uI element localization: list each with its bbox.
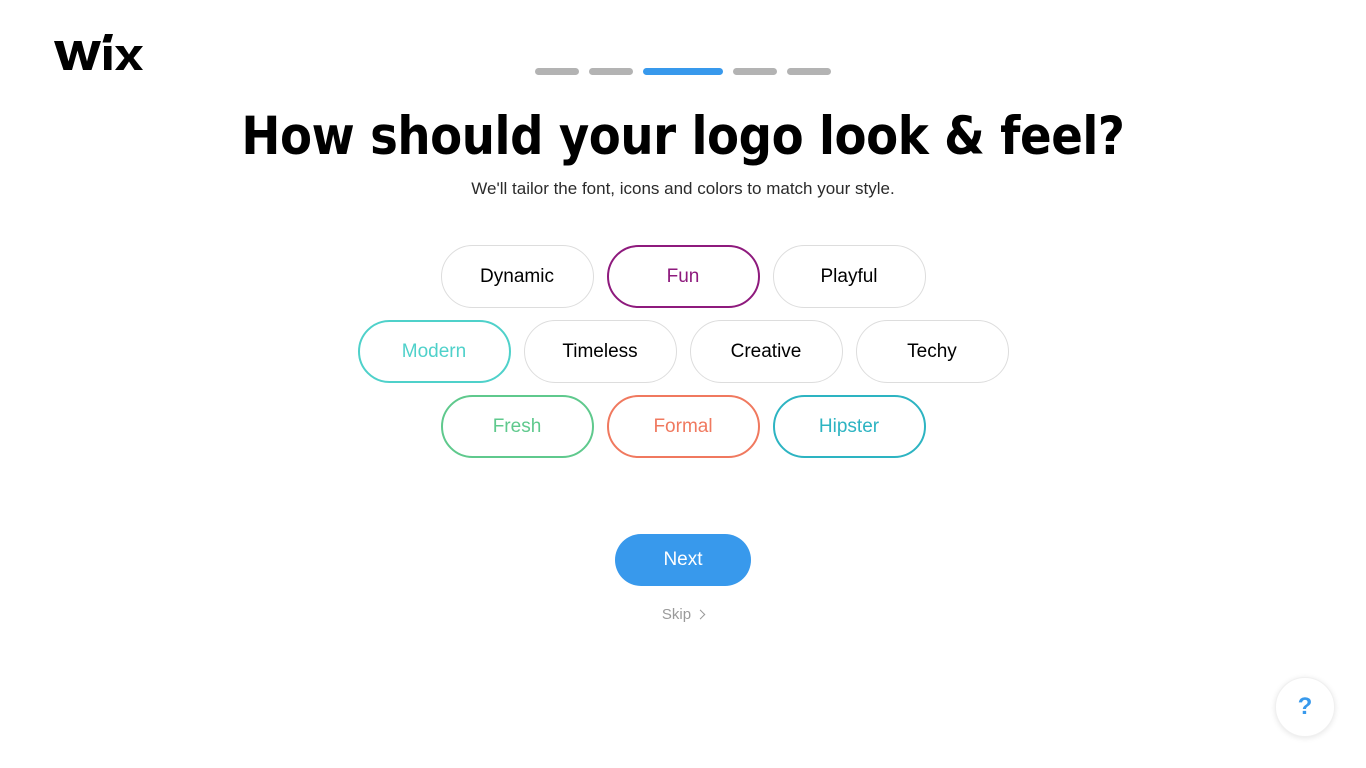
chip-label: Timeless — [562, 340, 638, 362]
chip-fun[interactable]: Fun — [606, 245, 760, 308]
chip-label: Dynamic — [480, 265, 554, 287]
chevron-right-icon — [695, 609, 706, 619]
chip-label: Creative — [730, 340, 802, 362]
next-button[interactable]: Next — [615, 534, 751, 586]
chip-label: Hipster — [818, 415, 880, 437]
chip-label: Fun — [666, 265, 700, 287]
onboarding-page: How should your logo look & feel? We'll … — [0, 0, 1366, 768]
chip-label: Formal — [653, 415, 713, 437]
progress-step-2 — [589, 68, 633, 75]
chip-dynamic[interactable]: Dynamic — [440, 245, 594, 308]
chip-label: Fresh — [492, 415, 542, 437]
chip-formal[interactable]: Formal — [606, 395, 760, 458]
chip-fresh[interactable]: Fresh — [440, 395, 594, 458]
chip-creative[interactable]: Creative — [689, 320, 843, 383]
chip-techy[interactable]: Techy — [855, 320, 1009, 383]
progress-indicator — [0, 68, 1366, 75]
chip-hipster[interactable]: Hipster — [772, 395, 926, 458]
progress-step-1 — [535, 68, 579, 75]
question-mark-icon: ? — [1297, 693, 1313, 720]
style-chip-group: Dynamic Fun Playful Modern Timeless Crea… — [0, 245, 1366, 470]
page-title: How should your logo look & feel? — [241, 106, 1125, 167]
chip-row-3: Fresh Formal Hipster — [0, 395, 1366, 458]
chip-label: Modern — [401, 340, 467, 362]
progress-step-3-current — [643, 68, 723, 75]
chip-timeless[interactable]: Timeless — [523, 320, 677, 383]
skip-link[interactable]: Skip — [661, 606, 706, 623]
chip-row-1: Dynamic Fun Playful — [0, 245, 1366, 308]
chip-modern[interactable]: Modern — [357, 320, 511, 383]
page-subtitle: We'll tailor the font, icons and colors … — [471, 179, 895, 198]
skip-label: Skip — [661, 606, 692, 623]
chip-label: Playful — [820, 265, 878, 287]
chip-label: Techy — [907, 340, 957, 362]
chip-playful[interactable]: Playful — [772, 245, 926, 308]
help-button[interactable]: ? — [1275, 677, 1335, 737]
next-button-label: Next — [663, 549, 703, 570]
progress-step-5 — [787, 68, 831, 75]
progress-step-4 — [733, 68, 777, 75]
chip-row-2: Modern Timeless Creative Techy — [0, 320, 1366, 383]
